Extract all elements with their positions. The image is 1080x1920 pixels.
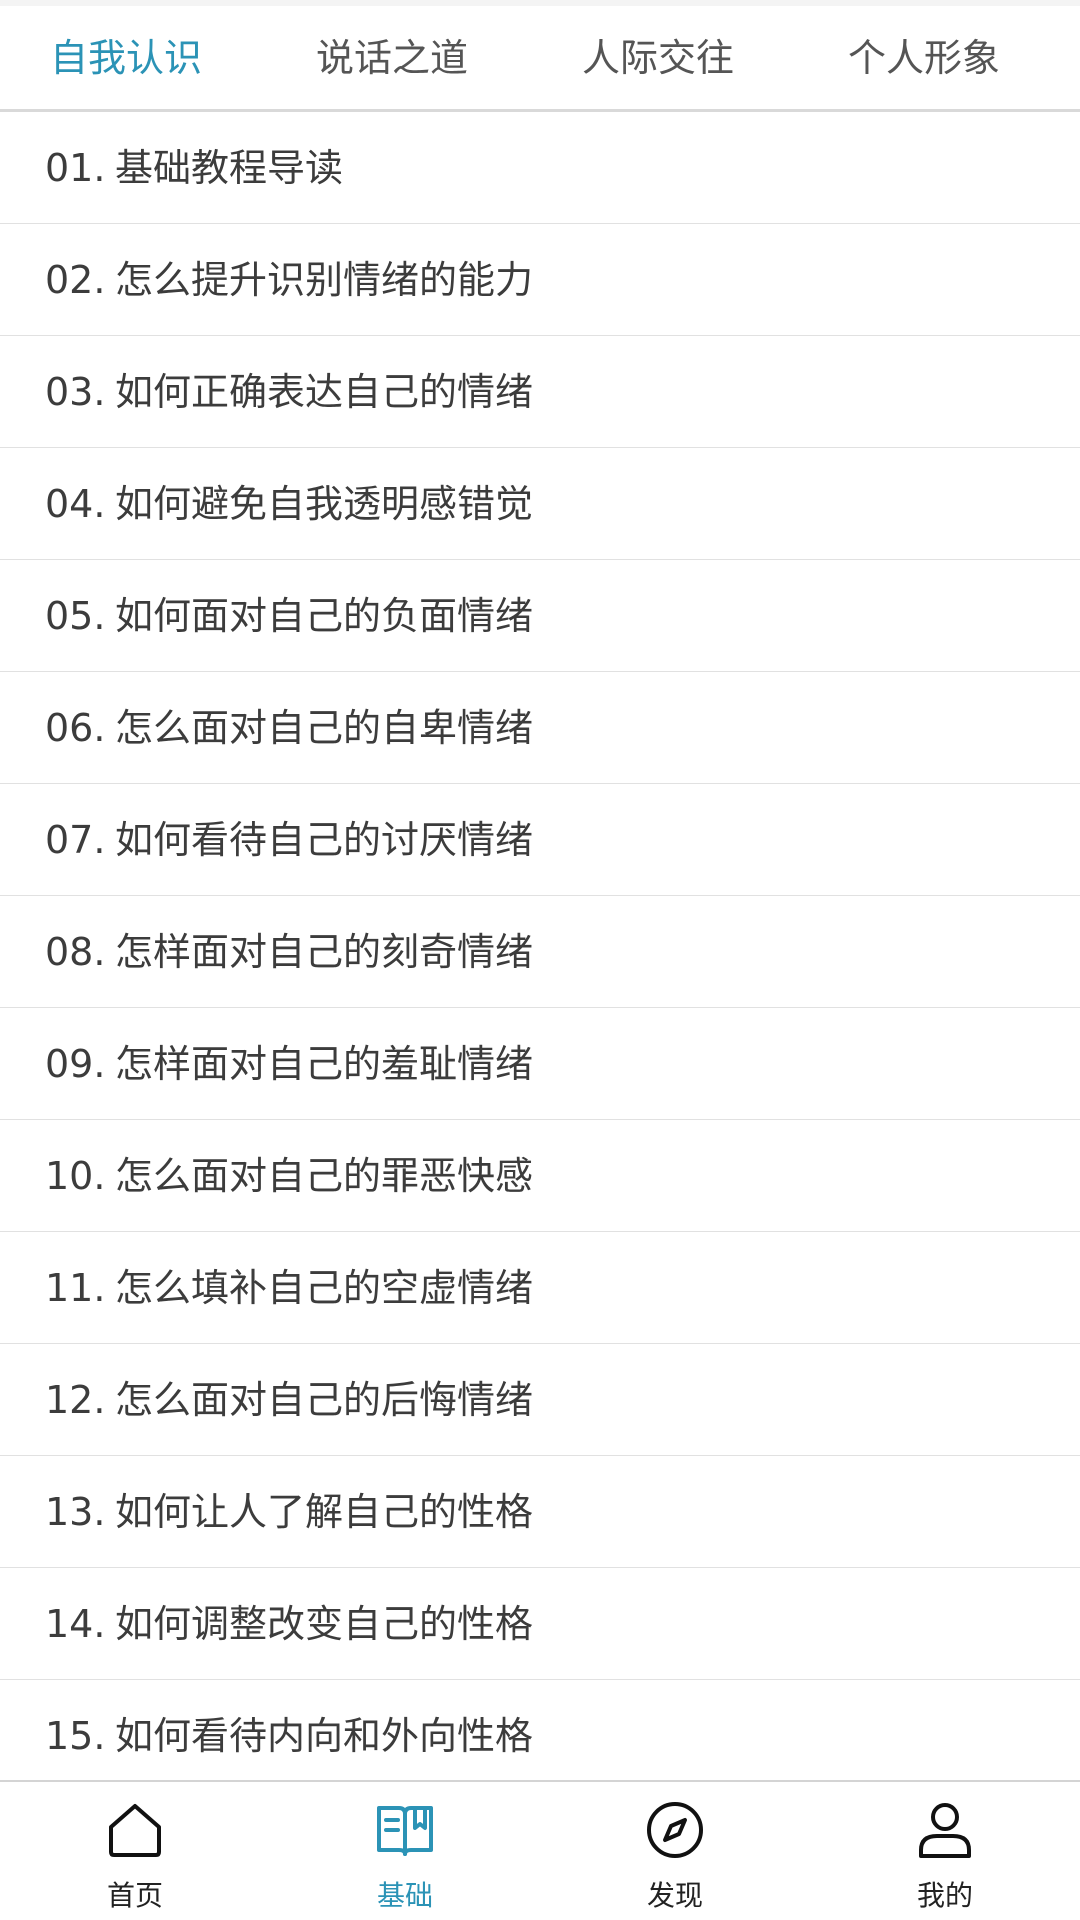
home-icon (109, 1804, 161, 1857)
list-item[interactable]: 03. 如何正确表达自己的情绪 (0, 336, 1080, 448)
lesson-title: 怎样面对自己的羞耻情绪 (115, 1042, 534, 1086)
book-icon (377, 1806, 433, 1856)
nav-basics-label: 基础 (376, 1879, 433, 1912)
nav-discover-label: 发现 (646, 1879, 703, 1912)
lesson-number: 04. (45, 482, 106, 526)
lesson-title: 怎么面对自己的自卑情绪 (115, 706, 534, 750)
nav-mine[interactable]: 我的 (875, 1782, 1015, 1920)
nav-home-label: 首页 (106, 1879, 163, 1912)
lesson-number: 13. (45, 1490, 106, 1534)
nav-mine-label: 我的 (916, 1879, 973, 1912)
lesson-title: 如何看待自己的讨厌情绪 (115, 818, 534, 862)
lesson-number: 11. (45, 1266, 106, 1310)
lesson-number: 07. (45, 818, 106, 862)
lesson-number: 05. (45, 594, 106, 638)
nav-basics[interactable]: 基础 (335, 1782, 475, 1920)
tab-social[interactable]: 人际交往 (582, 6, 734, 110)
category-tab-bar: 自我认识 说话之道 人际交往 个人形象 (0, 6, 1080, 112)
lesson-number: 02. (45, 258, 106, 302)
list-item[interactable]: 10. 怎么面对自己的罪恶快感 (0, 1120, 1080, 1232)
lesson-number: 01. (45, 146, 106, 190)
bottom-navigation-bar: 首页 基础 发现 我的 (0, 1780, 1080, 1920)
list-item[interactable]: 04. 如何避免自我透明感错觉 (0, 448, 1080, 560)
list-item[interactable]: 07. 如何看待自己的讨厌情绪 (0, 784, 1080, 896)
lesson-title: 如何调整改变自己的性格 (115, 1602, 534, 1646)
list-item[interactable]: 01. 基础教程导读 (0, 112, 1080, 224)
lesson-title: 如何避免自我透明感错觉 (115, 482, 534, 526)
lesson-number: 06. (45, 706, 106, 750)
lesson-title: 怎样面对自己的刻奇情绪 (115, 930, 534, 974)
nav-home[interactable]: 首页 (65, 1782, 205, 1920)
lesson-number: 08. (45, 930, 106, 974)
list-item[interactable]: 12. 怎么面对自己的后悔情绪 (0, 1344, 1080, 1456)
lesson-number: 03. (45, 370, 106, 414)
lesson-number: 15. (45, 1714, 106, 1758)
lesson-number: 12. (45, 1378, 106, 1422)
list-item[interactable]: 06. 怎么面对自己的自卑情绪 (0, 672, 1080, 784)
list-item[interactable]: 02. 怎么提升识别情绪的能力 (0, 224, 1080, 336)
lesson-title: 怎么面对自己的罪恶快感 (115, 1154, 534, 1198)
list-item[interactable]: 11. 怎么填补自己的空虚情绪 (0, 1232, 1080, 1344)
lesson-title: 如何让人了解自己的性格 (115, 1490, 534, 1534)
lesson-title: 如何看待内向和外向性格 (115, 1714, 534, 1758)
compass-icon (647, 1802, 703, 1858)
lesson-number: 14. (45, 1602, 106, 1646)
lesson-title: 如何面对自己的负面情绪 (115, 594, 534, 638)
user-icon (919, 1803, 971, 1858)
lesson-title: 基础教程导读 (115, 146, 344, 190)
lesson-list: 01. 基础教程导读 02. 怎么提升识别情绪的能力 03. 如何正确表达自己的… (0, 112, 1080, 1792)
lesson-title: 怎么面对自己的后悔情绪 (115, 1378, 534, 1422)
tab-personal-image[interactable]: 个人形象 (848, 6, 1000, 110)
lesson-title: 怎么填补自己的空虚情绪 (115, 1266, 534, 1310)
lesson-number: 10. (45, 1154, 106, 1198)
list-item[interactable]: 08. 怎样面对自己的刻奇情绪 (0, 896, 1080, 1008)
list-item[interactable]: 15. 如何看待内向和外向性格 (0, 1680, 1080, 1792)
tab-self-awareness[interactable]: 自我认识 (50, 6, 202, 110)
list-item[interactable]: 05. 如何面对自己的负面情绪 (0, 560, 1080, 672)
list-item[interactable]: 13. 如何让人了解自己的性格 (0, 1456, 1080, 1568)
lesson-title: 如何正确表达自己的情绪 (115, 370, 534, 414)
list-item[interactable]: 09. 怎样面对自己的羞耻情绪 (0, 1008, 1080, 1120)
lesson-title: 怎么提升识别情绪的能力 (115, 258, 534, 302)
lesson-number: 09. (45, 1042, 106, 1086)
nav-discover[interactable]: 发现 (605, 1782, 745, 1920)
tab-speaking[interactable]: 说话之道 (316, 6, 468, 110)
list-item[interactable]: 14. 如何调整改变自己的性格 (0, 1568, 1080, 1680)
